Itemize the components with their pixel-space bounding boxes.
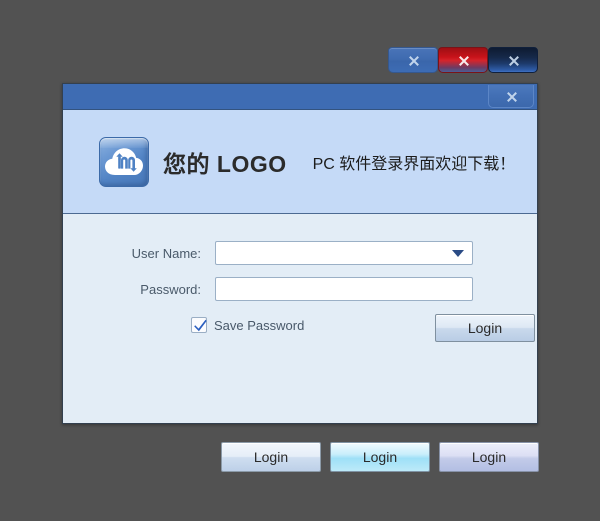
close-icon (508, 55, 519, 66)
options-row: Save Password Login (127, 314, 535, 343)
close-icon (408, 55, 419, 66)
save-password-label: Save Password (214, 317, 305, 333)
login-button-pressed[interactable]: Login (439, 442, 539, 472)
username-row: User Name: (127, 241, 473, 265)
close-icon (458, 55, 469, 66)
close-sample-hover-button[interactable] (438, 47, 488, 73)
logo-text: 您的 LOGO (163, 150, 287, 177)
button-state-sample-row: Login Login Login (221, 442, 539, 472)
password-label: Password: (140, 281, 201, 297)
username-label: User Name: (131, 245, 201, 261)
close-button-sample-row (388, 47, 538, 73)
close-sample-pressed-button[interactable] (488, 47, 538, 73)
header-tagline: PC 软件登录界面欢迎下载！ (312, 155, 516, 173)
username-input[interactable] (215, 241, 473, 265)
close-icon (506, 91, 517, 102)
close-sample-normal-button[interactable] (388, 47, 438, 73)
dialog-body: User Name: Password: Save Password Login (63, 214, 537, 423)
password-row: Password: (127, 277, 473, 301)
dialog-titlebar[interactable] (63, 84, 537, 110)
dialog-close-button[interactable] (488, 85, 534, 108)
password-input[interactable] (215, 277, 473, 301)
login-button[interactable]: Login (435, 314, 535, 342)
username-combobox[interactable] (215, 241, 473, 265)
login-dialog: 您的 LOGO PC 软件登录界面欢迎下载！ User Name: Passwo… (62, 83, 538, 424)
login-button-normal[interactable]: Login (221, 442, 321, 472)
login-button-hover[interactable]: Login (330, 442, 430, 472)
save-password-checkbox-group[interactable]: Save Password (191, 317, 304, 333)
dialog-header-banner: 您的 LOGO PC 软件登录界面欢迎下载！ (63, 110, 537, 214)
save-password-checkbox[interactable] (191, 317, 207, 333)
cloud-download-logo-icon (99, 136, 149, 187)
